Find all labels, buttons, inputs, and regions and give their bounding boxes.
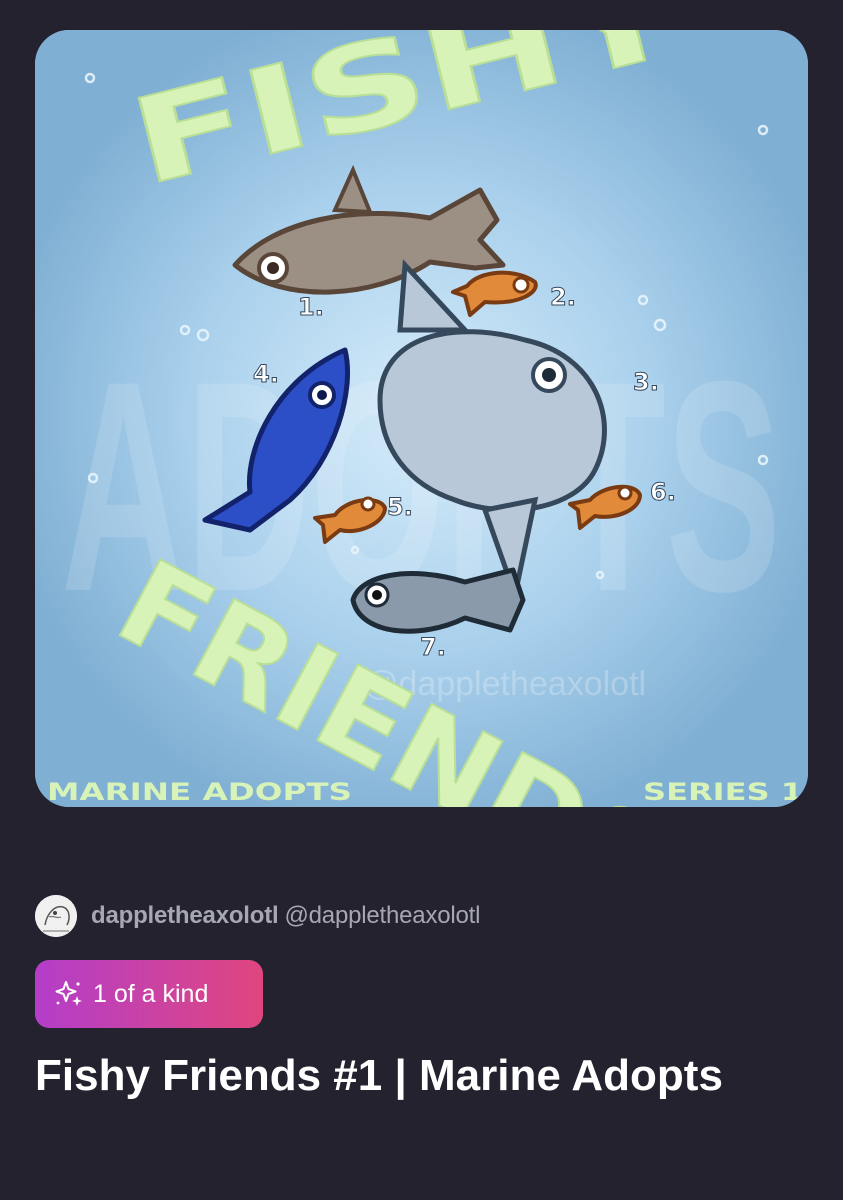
spotted-fish-icon: [350, 567, 526, 634]
creator-name[interactable]: dappletheaxolotl: [91, 902, 279, 930]
rarity-badge: 1 of a kind: [35, 960, 263, 1028]
svg-text:2.: 2.: [550, 283, 576, 311]
svg-text:1.: 1.: [298, 293, 324, 321]
svg-text:3.: 3.: [633, 368, 659, 396]
avatar-sketch-icon: [35, 895, 77, 937]
listing-title: Fishy Friends #1 | Marine Adopts: [35, 1051, 723, 1100]
badge-label: 1 of a kind: [93, 979, 209, 1008]
svg-text:4.: 4.: [253, 360, 279, 388]
artwork-illustration: ADOPTS @dappletheaxolotl FISHY FRIENDS 1…: [35, 30, 808, 807]
creator-handle[interactable]: @dappletheaxolotl: [285, 902, 481, 930]
avatar[interactable]: [35, 895, 77, 937]
creator-row[interactable]: dappletheaxolotl @dappletheaxolotl: [35, 895, 480, 937]
corner-left-caption: MARINE ADOPTS: [47, 778, 352, 806]
corner-right-caption: SERIES 1: [643, 778, 803, 806]
svg-text:6.: 6.: [650, 478, 676, 506]
svg-text:7.: 7.: [420, 633, 446, 661]
artwork-image[interactable]: ADOPTS @dappletheaxolotl FISHY FRIENDS 1…: [35, 30, 808, 807]
sparkle-icon: [55, 981, 82, 1006]
svg-text:5.: 5.: [387, 493, 413, 521]
